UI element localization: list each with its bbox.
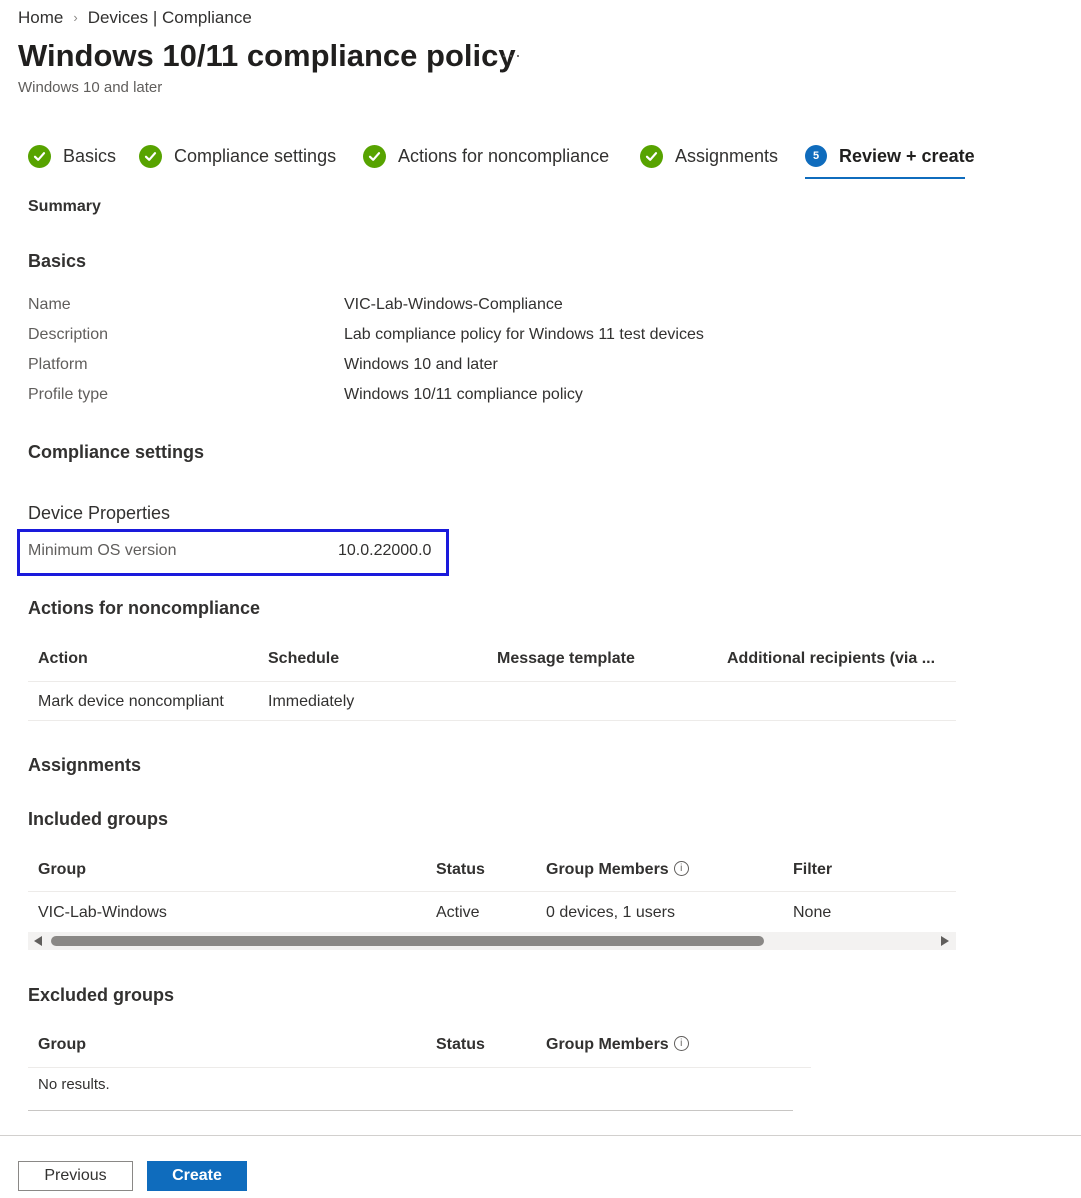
group-members-cell: 0 devices, 1 users	[546, 904, 675, 921]
divider	[28, 720, 956, 721]
scrollbar-thumb[interactable]	[51, 936, 764, 946]
active-tab-indicator	[805, 177, 965, 179]
tab-label: Actions for noncompliance	[398, 146, 610, 166]
divider	[28, 1067, 811, 1068]
description-value: Lab compliance policy for Windows 11 tes…	[344, 326, 704, 343]
column-header-group[interactable]: Group	[38, 861, 86, 879]
assignments-heading: Assignments	[28, 755, 142, 775]
action-cell: Mark device noncompliant	[38, 693, 224, 710]
tab-label: Assignments	[675, 146, 779, 166]
info-icon[interactable]: i	[673, 861, 689, 877]
group-members-label: Group Members	[546, 1036, 669, 1053]
column-header-status[interactable]: Status	[436, 1036, 485, 1054]
tab-label: Basics	[63, 146, 117, 166]
previous-button[interactable]: Previous	[18, 1161, 133, 1191]
group-members-label: Group Members	[546, 861, 669, 878]
compliance-settings-heading: Compliance settings	[28, 442, 205, 462]
column-header-group-members[interactable]: Group Members i	[546, 1036, 689, 1054]
create-button[interactable]: Create	[147, 1161, 247, 1191]
checkmark-icon	[139, 145, 162, 168]
name-value: VIC-Lab-Windows-Compliance	[344, 296, 563, 313]
tab-assignments[interactable]: Assignments	[640, 145, 778, 168]
divider	[28, 891, 956, 892]
page-title: Windows 10/11 compliance policy	[18, 38, 516, 73]
scroll-right-icon[interactable]	[941, 936, 949, 946]
scroll-left-icon[interactable]	[34, 936, 42, 946]
basics-heading: Basics	[28, 251, 87, 271]
chevron-right-icon: ›	[73, 9, 78, 25]
column-header-group[interactable]: Group	[38, 1036, 86, 1054]
filter-cell: None	[793, 904, 832, 921]
more-options-icon[interactable]: ···	[501, 45, 522, 66]
platform-value: Windows 10 and later	[344, 356, 498, 373]
breadcrumb: Home › Devices | Compliance	[18, 8, 252, 28]
breadcrumb-current-link[interactable]: Devices | Compliance	[88, 8, 252, 28]
tab-basics[interactable]: Basics	[28, 145, 116, 168]
no-results-text: No results.	[38, 1076, 110, 1093]
column-header-message-template[interactable]: Message template	[497, 650, 635, 668]
column-header-action[interactable]: Action	[38, 650, 88, 668]
checkmark-icon	[28, 145, 51, 168]
footer-divider	[0, 1135, 1081, 1136]
divider	[28, 1110, 793, 1111]
status-cell: Active	[436, 904, 480, 921]
minimum-os-version-label: Minimum OS version	[28, 542, 177, 559]
group-cell: VIC-Lab-Windows	[38, 904, 167, 921]
device-properties-heading: Device Properties	[28, 503, 171, 523]
schedule-cell: Immediately	[268, 693, 355, 710]
breadcrumb-home-link[interactable]: Home	[18, 8, 63, 28]
tab-actions-for-noncompliance[interactable]: Actions for noncompliance	[363, 145, 609, 168]
column-header-filter[interactable]: Filter	[793, 861, 832, 879]
column-header-group-members[interactable]: Group Members i	[546, 861, 689, 879]
column-header-status[interactable]: Status	[436, 861, 485, 879]
summary-heading: Summary	[28, 198, 101, 215]
divider	[28, 681, 956, 682]
profile-type-label: Profile type	[28, 386, 109, 403]
name-label: Name	[28, 296, 71, 313]
page-subtitle: Windows 10 and later	[18, 79, 163, 96]
tab-compliance-settings[interactable]: Compliance settings	[139, 145, 336, 168]
tab-label: Compliance settings	[174, 146, 337, 166]
platform-label: Platform	[28, 356, 88, 373]
tab-review-create[interactable]: 5 Review + create	[805, 145, 975, 167]
tab-label: Review + create	[839, 145, 975, 166]
actions-heading: Actions for noncompliance	[28, 598, 261, 618]
column-header-schedule[interactable]: Schedule	[268, 650, 339, 668]
minimum-os-version-value: 10.0.22000.0	[338, 542, 432, 559]
excluded-groups-heading: Excluded groups	[28, 985, 175, 1005]
info-icon[interactable]: i	[673, 1036, 689, 1052]
description-label: Description	[28, 326, 109, 343]
step-number-badge: 5	[805, 145, 827, 167]
included-groups-heading: Included groups	[28, 809, 169, 829]
profile-type-value: Windows 10/11 compliance policy	[344, 386, 583, 403]
column-header-additional-recipients[interactable]: Additional recipients (via ...	[727, 650, 935, 668]
checkmark-icon	[363, 145, 386, 168]
checkmark-icon	[640, 145, 663, 168]
